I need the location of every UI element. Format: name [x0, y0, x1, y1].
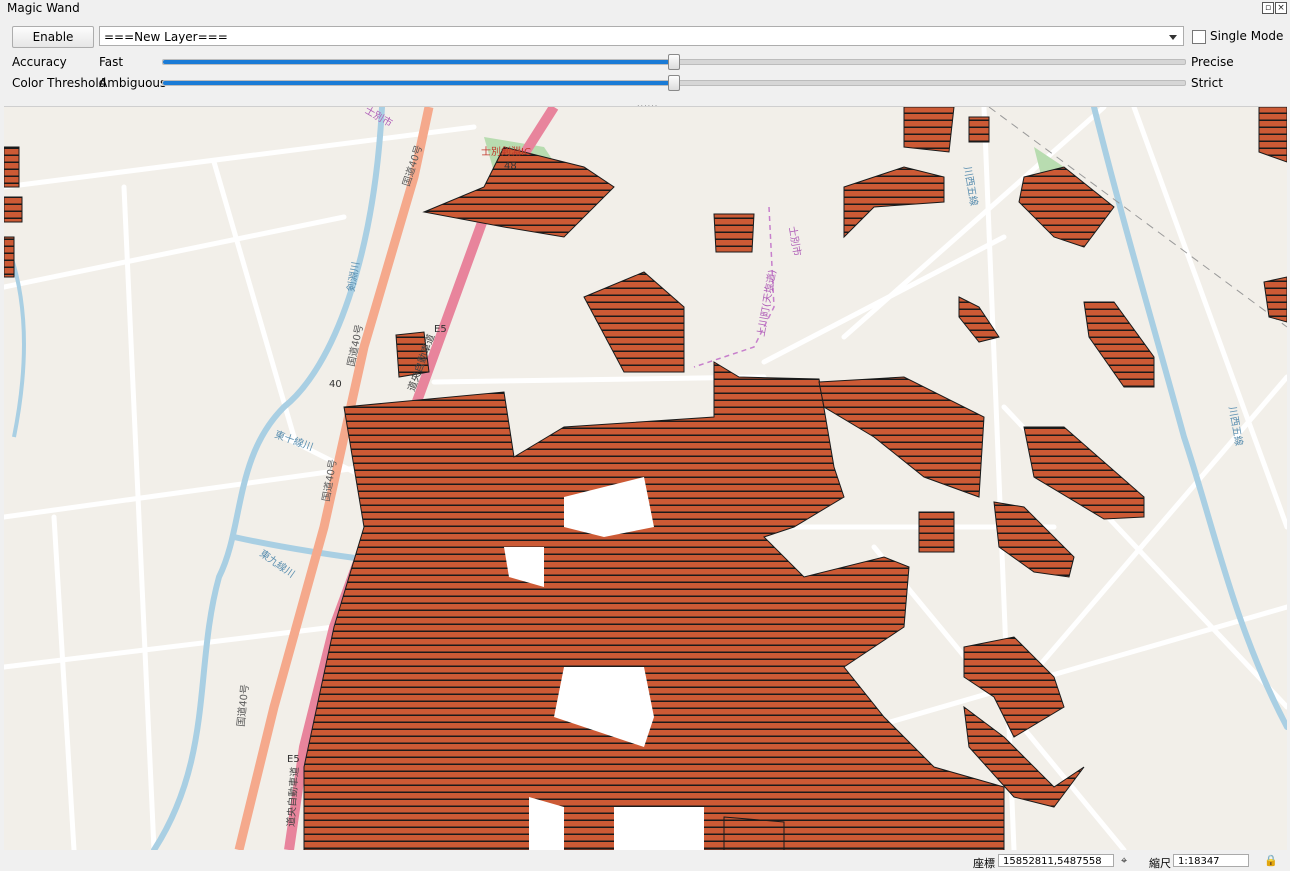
accuracy-slider-fill — [163, 60, 674, 64]
river-label: 剣淵川 — [345, 261, 362, 293]
accuracy-fast-label: Fast — [99, 55, 124, 69]
threshold-strict-label: Strict — [1191, 76, 1223, 90]
chevron-down-icon — [1169, 35, 1177, 40]
color-threshold-slider-handle[interactable] — [668, 75, 680, 91]
close-icon[interactable]: × — [1275, 2, 1287, 14]
color-threshold-slider[interactable] — [162, 75, 1186, 91]
road-label: 国道40号 — [234, 683, 251, 727]
river-label: 川西五線 — [961, 165, 981, 207]
boundary-label: 士別市 — [786, 225, 804, 257]
layer-dropdown-value: ===New Layer=== — [104, 30, 228, 44]
road-label: 国道40号 — [399, 143, 425, 188]
enable-button[interactable]: Enable — [12, 26, 94, 48]
map-canvas[interactable]: 国道40号 国道40号 国道40号 国道40号 道央自動車道 道央自動車道 E5… — [4, 106, 1287, 850]
panel-titlebar: Magic Wand ▫ × — [0, 0, 1290, 18]
color-threshold-slider-fill — [163, 81, 674, 85]
road-label: 48 — [504, 161, 517, 172]
lock-icon[interactable]: 🔒 — [1264, 854, 1278, 867]
panel-title: Magic Wand — [7, 1, 80, 15]
coordinate-label: 座標 — [973, 857, 995, 870]
scale-label: 縮尺 — [1149, 857, 1171, 870]
coordinate-field[interactable]: 15852811,5487558 — [998, 854, 1114, 867]
map-svg: 国道40号 国道40号 国道40号 国道40号 道央自動車道 道央自動車道 E5… — [4, 107, 1287, 850]
river-label: 東九線川 — [257, 547, 297, 581]
boundary-label: 上川町(天塩道) — [754, 268, 779, 337]
scale-value: 1:18347 — [1178, 856, 1220, 867]
layer-dropdown[interactable]: ===New Layer=== — [99, 26, 1184, 46]
accuracy-precise-label: Precise — [1191, 55, 1234, 69]
road-label: 40 — [329, 379, 342, 390]
place-label: 士別剣淵IC — [481, 145, 531, 158]
accuracy-label: Accuracy — [12, 55, 67, 69]
threshold-ambiguous-label: Ambiguous — [99, 76, 167, 90]
checkbox-box[interactable] — [1192, 30, 1206, 44]
status-bar: 座標 15852811,5487558 ⌖ 縮尺 1:18347 🔒 — [0, 850, 1290, 870]
color-threshold-label: Color Threshold — [12, 76, 107, 90]
single-mode-label: Single Mode — [1210, 29, 1284, 43]
accuracy-slider[interactable] — [162, 54, 1186, 70]
accuracy-slider-handle[interactable] — [668, 54, 680, 70]
road-label: E5 — [287, 754, 300, 765]
float-icon[interactable]: ▫ — [1262, 2, 1274, 14]
road-label: E5 — [434, 324, 447, 335]
scale-combobox[interactable]: 1:18347 — [1173, 854, 1249, 867]
